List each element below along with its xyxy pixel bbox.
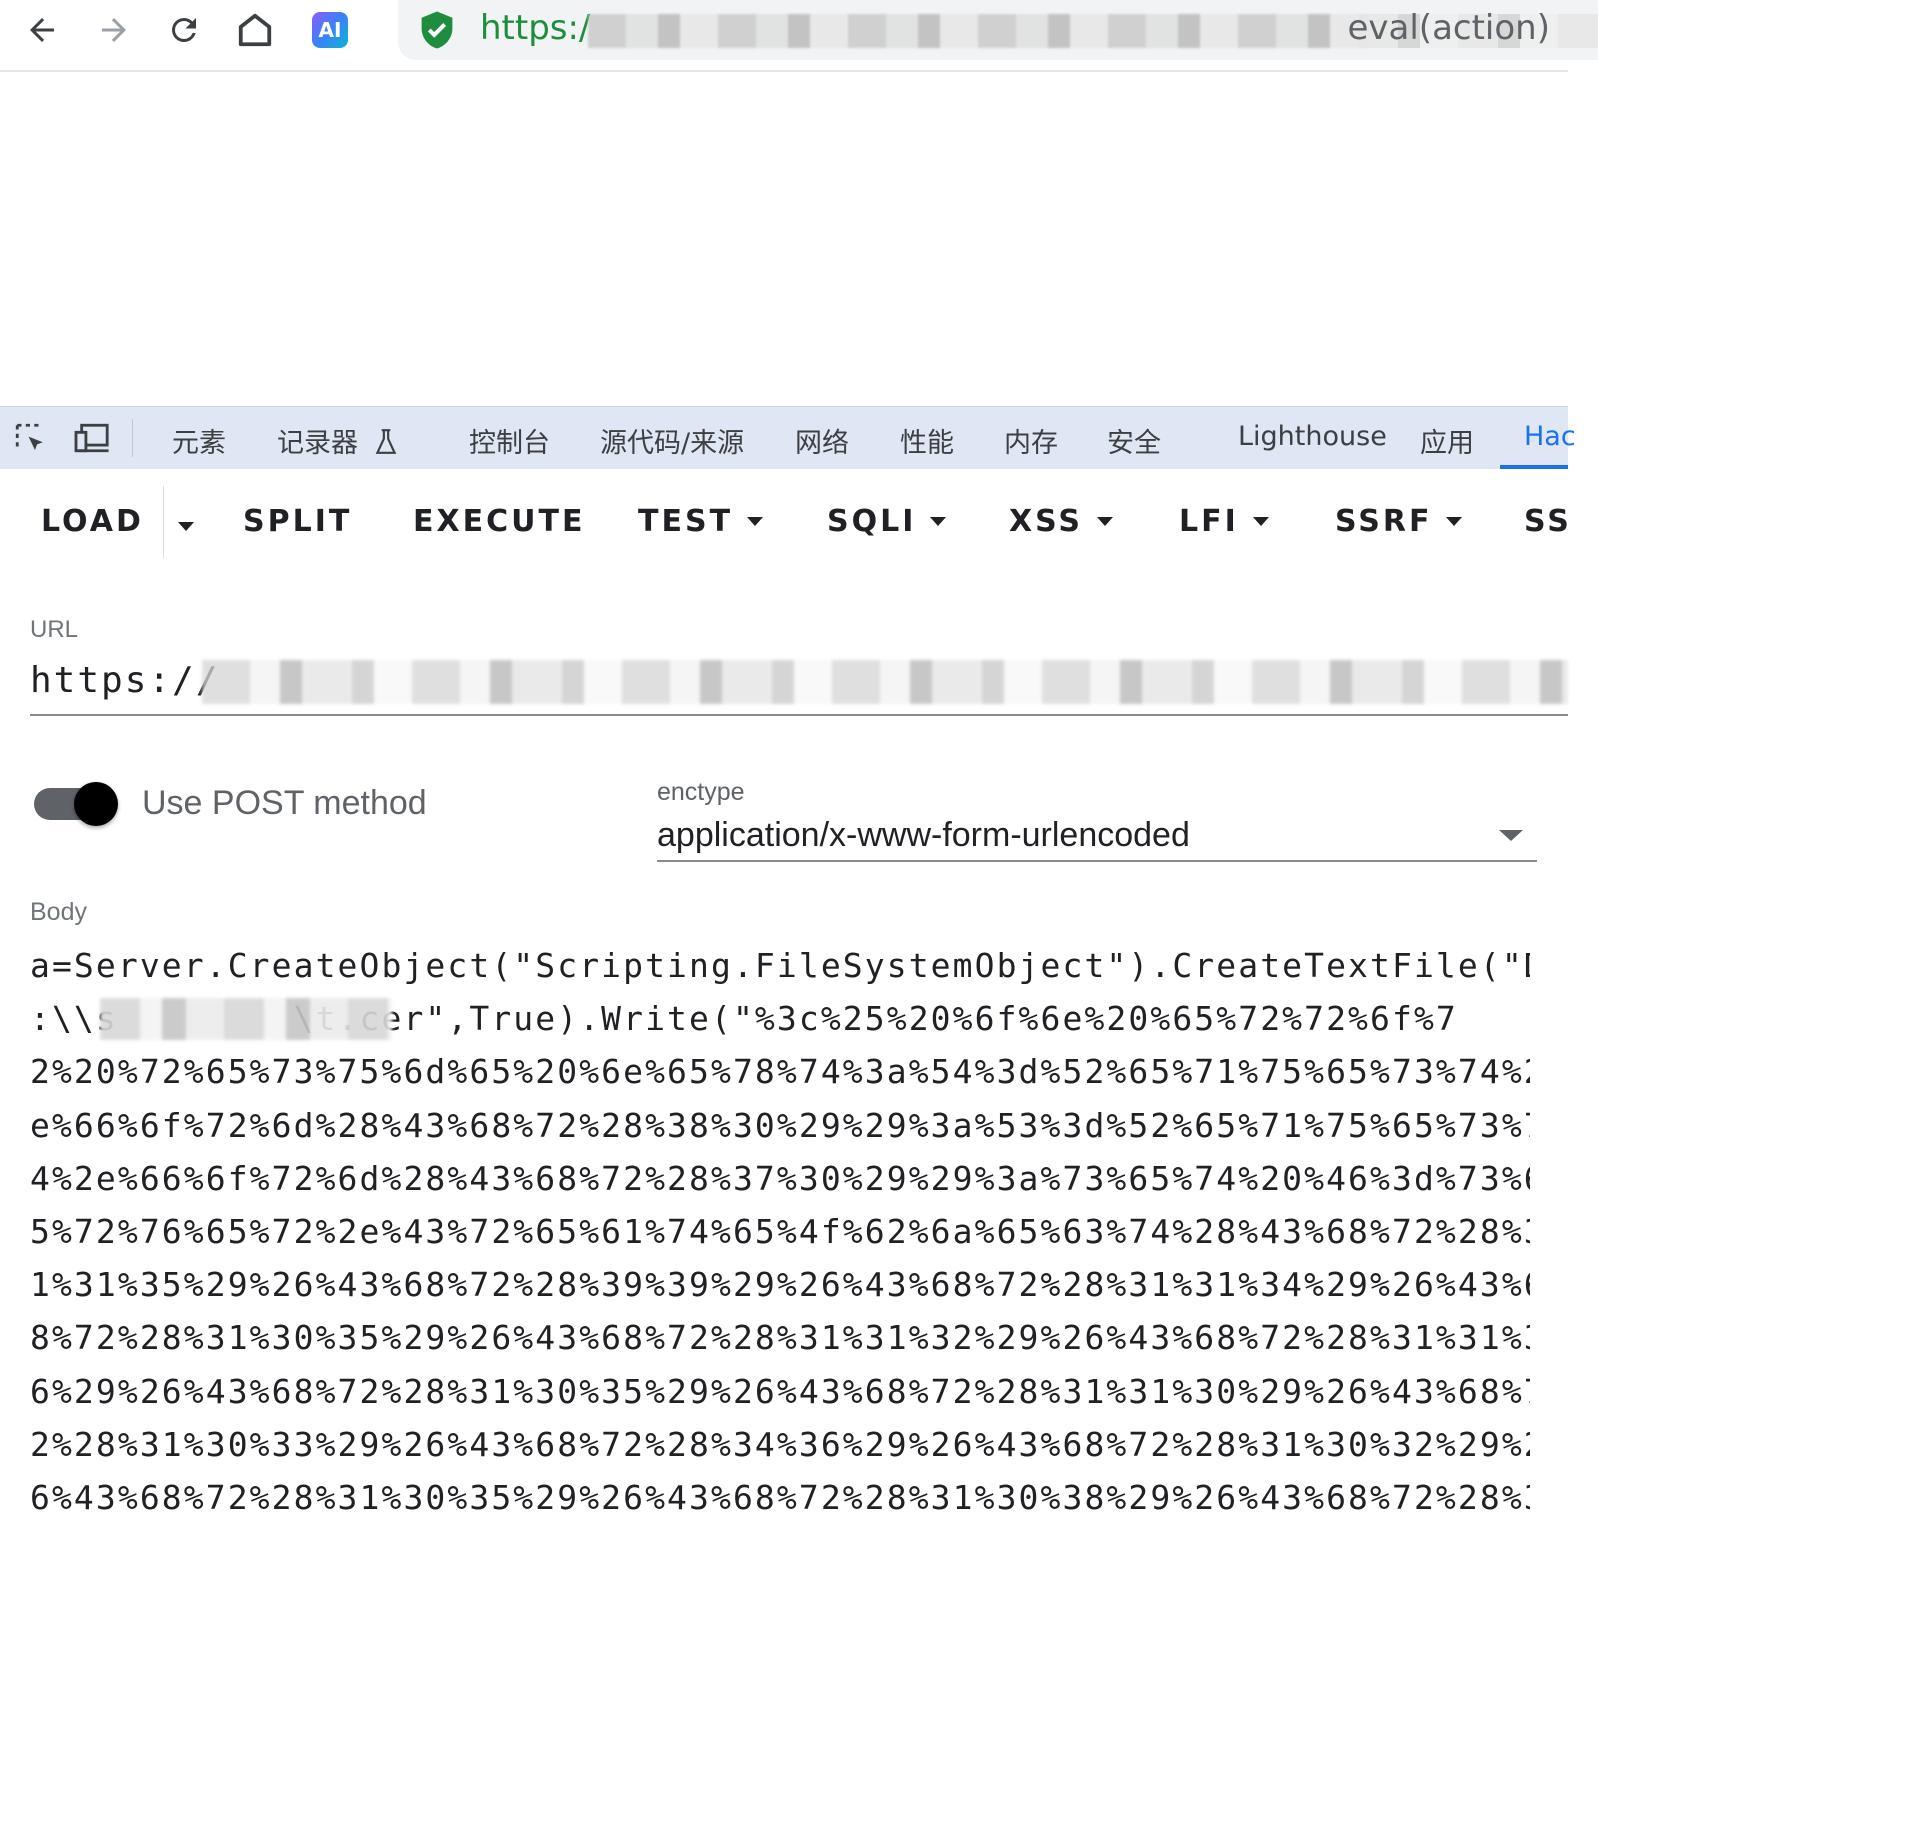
redacted-path xyxy=(100,998,392,1040)
tab-hackbar[interactable]: Hac xyxy=(1524,421,1576,452)
inspect-element-icon[interactable] xyxy=(12,421,48,455)
body-line: 1%31%35%29%26%43%68%72%28%39%39%29%26%43… xyxy=(30,1265,1530,1305)
chevron-down-icon xyxy=(747,517,764,526)
execute-label: EXECUTE xyxy=(413,504,586,539)
body-line: 5%72%76%65%72%2e%43%72%65%61%74%65%4f%62… xyxy=(30,1212,1530,1252)
tab-performance[interactable]: 性能 xyxy=(900,421,954,460)
forward-button[interactable] xyxy=(90,6,138,54)
body-line: 2%20%72%65%73%75%6d%65%20%6e%65%78%74%3a… xyxy=(30,1052,1530,1092)
toggle-knob xyxy=(74,782,118,826)
chevron-down-icon xyxy=(930,517,947,526)
execute-button[interactable]: EXECUTE xyxy=(413,504,585,539)
body-label: Body xyxy=(30,898,87,926)
tab-application[interactable]: 应用 xyxy=(1420,421,1474,460)
redacted-url-part xyxy=(202,660,1568,704)
hackbar-toolbar: LOAD SPLIT EXECUTE TEST SQLI XSS LFI SSR… xyxy=(0,468,1569,568)
devtools-tab-bar: 元素 记录器 控制台 源代码/来源 网络 性能 内存 安全 Lighthouse… xyxy=(0,406,1576,469)
ssti-menu-button[interactable]: SS xyxy=(1524,504,1572,539)
back-button[interactable] xyxy=(18,6,66,54)
tab-security[interactable]: 安全 xyxy=(1107,421,1161,460)
tab-console[interactable]: 控制台 xyxy=(469,421,550,460)
split-label: SPLIT xyxy=(243,504,353,539)
body-line: e%66%6f%72%6d%28%43%68%72%28%38%30%29%29… xyxy=(30,1105,1530,1145)
lfi-menu-button[interactable]: LFI xyxy=(1179,504,1269,539)
tab-network[interactable]: 网络 xyxy=(795,421,849,460)
test-menu-button[interactable]: TEST xyxy=(638,504,764,539)
body-line: 4%2e%66%6f%72%6d%28%43%68%72%28%37%30%29… xyxy=(30,1158,1530,1198)
redacted-url-part xyxy=(588,14,1368,48)
toolbar-divider xyxy=(163,486,164,558)
reload-button[interactable] xyxy=(160,6,208,54)
chevron-down-icon xyxy=(1097,517,1113,526)
browser-toolbar: AI https:/ eval(action) xyxy=(0,0,1598,72)
xss-menu-button[interactable]: XSS xyxy=(1009,504,1113,539)
tab-recorder[interactable]: 记录器 xyxy=(277,421,399,460)
enctype-label: enctype xyxy=(657,778,745,806)
ai-label: AI xyxy=(318,18,342,42)
enctype-value: application/x-www-form-urlencoded xyxy=(657,816,1190,854)
dropdown-arrow-icon xyxy=(1499,830,1523,841)
body-line: 6%29%26%43%68%72%28%31%30%35%29%26%43%68… xyxy=(30,1371,1530,1411)
chevron-down-icon xyxy=(1446,517,1463,526)
url-input[interactable]: https:// xyxy=(30,652,1568,716)
chevron-down-icon xyxy=(1252,517,1269,526)
address-url-prefix: https:/ xyxy=(480,8,591,48)
body-line: 2%28%31%30%33%29%26%43%68%72%28%34%36%29… xyxy=(30,1424,1530,1464)
load-label: LOAD xyxy=(41,504,144,539)
ssti-label: SS xyxy=(1524,504,1572,539)
device-toolbar-icon[interactable] xyxy=(74,421,112,455)
toolbar-divider xyxy=(132,419,133,457)
load-button[interactable]: LOAD xyxy=(41,504,144,539)
ssrf-label: SSRF xyxy=(1335,504,1433,539)
home-button[interactable] xyxy=(231,6,279,54)
arrow-right-icon xyxy=(102,18,126,42)
enctype-select[interactable]: application/x-www-form-urlencoded xyxy=(657,810,1537,862)
chevron-down-icon xyxy=(178,522,194,531)
url-value: https:// xyxy=(30,660,220,701)
home-icon xyxy=(238,13,272,47)
reload-icon xyxy=(172,18,196,42)
split-button[interactable]: SPLIT xyxy=(243,504,352,539)
ssrf-menu-button[interactable]: SSRF xyxy=(1335,504,1463,539)
tab-memory[interactable]: 内存 xyxy=(1004,421,1058,460)
flask-icon xyxy=(375,429,396,454)
tab-recorder-label: 记录器 xyxy=(277,428,358,459)
address-url-suffix: eval(action) xyxy=(1347,8,1550,48)
body-line: 8%72%28%31%30%35%29%26%43%68%72%28%31%31… xyxy=(30,1318,1530,1358)
sqli-label: SQLI xyxy=(827,504,917,539)
sqli-menu-button[interactable]: SQLI xyxy=(827,504,947,539)
url-label: URL xyxy=(30,616,79,643)
load-dropdown-button[interactable] xyxy=(176,518,194,536)
post-method-label: Use POST method xyxy=(142,784,427,822)
xss-label: XSS xyxy=(1009,504,1083,539)
tab-elements[interactable]: 元素 xyxy=(172,421,226,460)
tab-lighthouse[interactable]: Lighthouse xyxy=(1238,421,1387,452)
test-label: TEST xyxy=(638,504,734,539)
ai-assistant-button[interactable]: AI xyxy=(312,12,348,48)
body-line: a=Server.CreateObject("Scripting.FileSys… xyxy=(30,946,1530,985)
shield-check-icon xyxy=(421,11,453,49)
tab-sources[interactable]: 源代码/来源 xyxy=(600,421,744,460)
arrow-left-icon xyxy=(30,18,54,42)
address-bar[interactable]: https:/ eval(action) xyxy=(398,0,1598,60)
lfi-label: LFI xyxy=(1179,504,1239,539)
body-line: 6%43%68%72%28%31%30%35%29%26%43%68%72%28… xyxy=(30,1478,1530,1518)
